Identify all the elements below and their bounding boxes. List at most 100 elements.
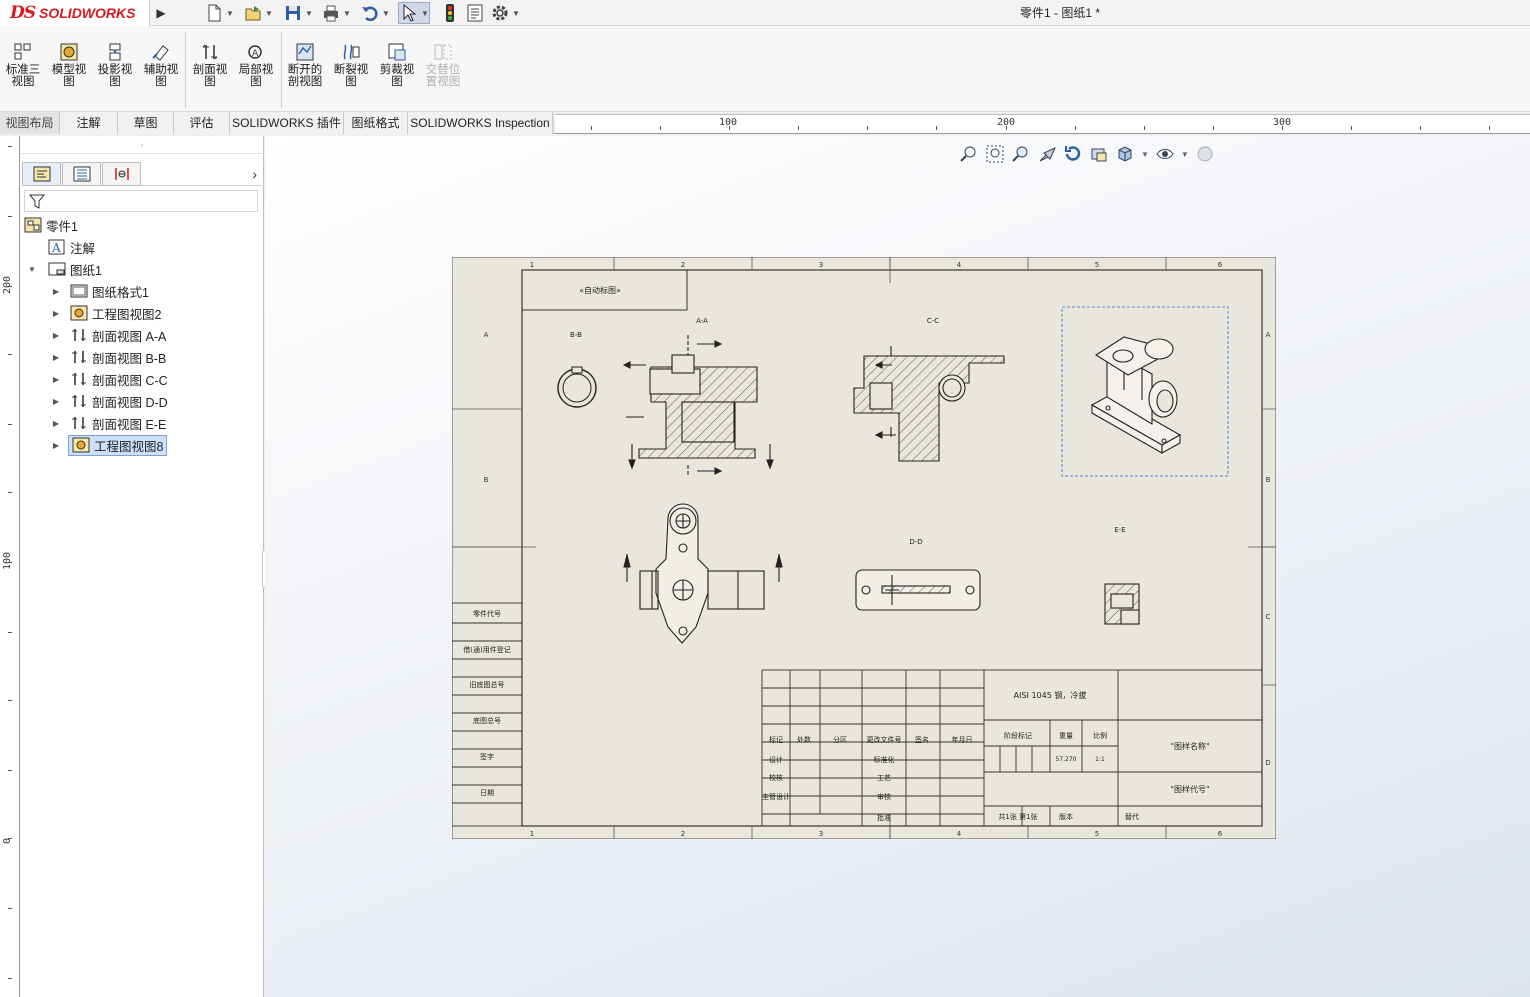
menu-expand-arrow[interactable]: ▶ xyxy=(152,0,170,26)
ruler-label-100: 100 xyxy=(719,117,738,128)
tree-item-section-dd[interactable]: ▶ 剖面视图 D-D xyxy=(50,391,168,411)
ruler-label-v-0: 0 xyxy=(2,837,13,844)
tree-item-section-ee[interactable]: ▶ 剖面视图 E-E xyxy=(50,413,166,433)
note-box-text: «自动标图» xyxy=(579,285,621,295)
auxiliary-view-button[interactable]: 辅助视 图 xyxy=(139,42,183,88)
section-view-icon xyxy=(72,373,86,385)
view-label-ee: E-E xyxy=(1114,526,1125,534)
open-document-button[interactable]: ▼ xyxy=(243,2,273,24)
standard-3-view-button[interactable]: 标准三 视图 xyxy=(1,42,45,88)
tree-filter[interactable] xyxy=(24,190,258,212)
tree-item-section-cc[interactable]: ▶ 剖面视图 C-C xyxy=(50,369,168,389)
expand-arrow-icon[interactable]: ▶ xyxy=(50,375,62,384)
rebuild-button[interactable] xyxy=(440,2,460,24)
display-style-icon[interactable] xyxy=(1089,144,1109,164)
tree-item-sheet[interactable]: ▼ 图纸1 xyxy=(26,259,102,279)
detail-view-label-1: 局部视 xyxy=(238,64,274,76)
print-button[interactable]: ▼ xyxy=(321,2,351,24)
tab-solidworks-inspection[interactable]: SOLIDWORKS Inspection xyxy=(408,112,553,134)
tree-item-drawing-view-8[interactable]: ▶ 工程图视图8 xyxy=(50,434,168,456)
tree-item-section-bb[interactable]: ▶ 剖面视图 B-B xyxy=(50,347,166,367)
file-properties-button[interactable] xyxy=(465,2,485,24)
title-block-material: AISI 1045 钢，冷拔 xyxy=(1014,690,1087,700)
tab-feature-manager[interactable] xyxy=(22,162,61,186)
section-view-ee[interactable] xyxy=(1104,583,1140,625)
model-view-button[interactable]: 模型视 图 xyxy=(47,42,91,88)
left-strip-signature: 签字 xyxy=(480,752,494,761)
view-orientation-dropdown[interactable]: ▼ xyxy=(1141,150,1149,159)
save-button[interactable]: ▼ xyxy=(283,2,313,24)
tab-view-layout[interactable]: 视图布局 xyxy=(0,112,60,134)
tree-item-label: 剖面视图 A-A xyxy=(92,329,167,344)
pan-icon[interactable] xyxy=(1037,144,1057,164)
section-view-label-2: 图 xyxy=(204,76,216,88)
tab-evaluate[interactable]: 评估 xyxy=(174,112,230,134)
tb-drawing-code: "图样代号" xyxy=(1170,784,1209,794)
tb-sheets: 共1张 第1张 xyxy=(998,812,1037,821)
broken-out-section-button[interactable]: 断开的 剖视图 xyxy=(283,42,327,88)
expand-arrow-icon[interactable]: ▶ xyxy=(50,419,62,428)
expand-arrow-icon[interactable]: ▶ xyxy=(50,397,62,406)
vertical-ruler: 200 100 0 xyxy=(0,136,20,997)
tree-item-drawing-view-2[interactable]: ▶ 工程图视图2 xyxy=(50,303,161,323)
tab-sketch[interactable]: 草图 xyxy=(118,112,174,134)
zone-col-5: 5 xyxy=(1095,261,1099,269)
zoom-to-fit-icon[interactable] xyxy=(959,144,979,164)
solidworks-logo-text: SOLIDWORKS xyxy=(39,5,136,21)
tab-dimxpert[interactable] xyxy=(102,162,141,186)
zone-col-4: 4 xyxy=(957,261,962,269)
hide-show-dropdown[interactable]: ▼ xyxy=(1181,150,1189,159)
view-orientation-icon[interactable] xyxy=(1115,144,1135,164)
expand-arrow-icon[interactable]: ▶ xyxy=(50,287,62,296)
detail-view-button[interactable]: A 局部视 图 xyxy=(234,42,278,88)
edit-appearance-icon[interactable] xyxy=(1195,144,1215,164)
panel-expand-arrow[interactable]: › xyxy=(252,166,257,182)
collapse-arrow-icon[interactable]: ▼ xyxy=(26,265,38,274)
print-icon xyxy=(324,5,338,22)
tab-property-manager[interactable] xyxy=(62,162,101,186)
model-view-label-2: 图 xyxy=(63,76,75,88)
ruler-label-200: 200 xyxy=(997,117,1016,128)
tree-root-part[interactable]: 零件1 xyxy=(24,215,78,235)
graphics-area[interactable]: ▼ ▼ 1 2 3 4 5 6 1 2 3 4 5 6 A B A B C D … xyxy=(265,136,1530,997)
projected-view-button[interactable]: 投影视 图 xyxy=(93,42,137,88)
expand-arrow-icon[interactable]: ▶ xyxy=(50,441,62,450)
panel-grip[interactable]: ◦ xyxy=(20,140,264,154)
tab-annotation[interactable]: 注解 xyxy=(60,112,118,134)
undo-button[interactable]: ▼ xyxy=(360,2,390,24)
expand-arrow-icon[interactable]: ▶ xyxy=(50,331,62,340)
tree-item-section-aa[interactable]: ▶ 剖面视图 A-A xyxy=(50,325,166,345)
file-properties-icon xyxy=(467,4,483,22)
select-button[interactable]: ▼ xyxy=(398,2,430,24)
tab-sheet-format[interactable]: 图纸格式 xyxy=(344,112,408,134)
tb-role-review: 审核 xyxy=(877,792,891,801)
tb-header-zone: 分区 xyxy=(833,735,847,744)
alternate-position-view-button[interactable]: 交替位 置视图 xyxy=(421,42,465,88)
zone-col-1: 1 xyxy=(530,261,534,269)
drawing-sheet[interactable]: 1 2 3 4 5 6 1 2 3 4 5 6 A B A B C D «自动标… xyxy=(452,257,1276,839)
crop-view-icon xyxy=(388,43,406,61)
options-button[interactable]: ▼ xyxy=(490,2,520,24)
crop-view-button[interactable]: 剪裁视 图 xyxy=(375,42,419,88)
tree-item-label: 剖面视图 D-D xyxy=(92,395,168,410)
hide-show-items-icon[interactable] xyxy=(1155,144,1175,164)
zone-row-c-right: C xyxy=(1266,613,1271,621)
tree-item-label: 工程图视图8 xyxy=(94,439,164,454)
new-document-button[interactable]: ▼ xyxy=(204,2,234,24)
feature-manager-panel: ◦ › 零件1 A 注解 ▼ 图纸1 ▶ 图纸格式1 ▶ 工程图视图2 ▶ 剖面… xyxy=(20,136,264,997)
section-view-dd[interactable] xyxy=(855,569,981,611)
tb-header-sign: 签名 xyxy=(915,735,929,744)
zoom-to-area-icon[interactable] xyxy=(985,144,1005,164)
tree-item-label: 剖面视图 E-E xyxy=(92,417,167,432)
break-button[interactable]: 断裂视 图 xyxy=(329,42,373,88)
tab-solidworks-addins[interactable]: SOLIDWORKS 插件 xyxy=(230,112,344,134)
tree-item-sheet-format[interactable]: ▶ 图纸格式1 xyxy=(50,281,149,301)
rotate-icon[interactable] xyxy=(1063,144,1083,164)
tree-item-annotations[interactable]: A 注解 xyxy=(36,237,95,257)
expand-arrow-icon[interactable]: ▶ xyxy=(50,353,62,362)
zoom-in-out-icon[interactable] xyxy=(1011,144,1031,164)
expand-arrow-icon[interactable]: ▶ xyxy=(50,309,62,318)
section-view-button[interactable]: 剖面视 图 xyxy=(188,42,232,88)
view-label-bb: B-B xyxy=(570,331,582,339)
solidworks-logo[interactable]: DS SOLIDWORKS xyxy=(0,0,150,26)
